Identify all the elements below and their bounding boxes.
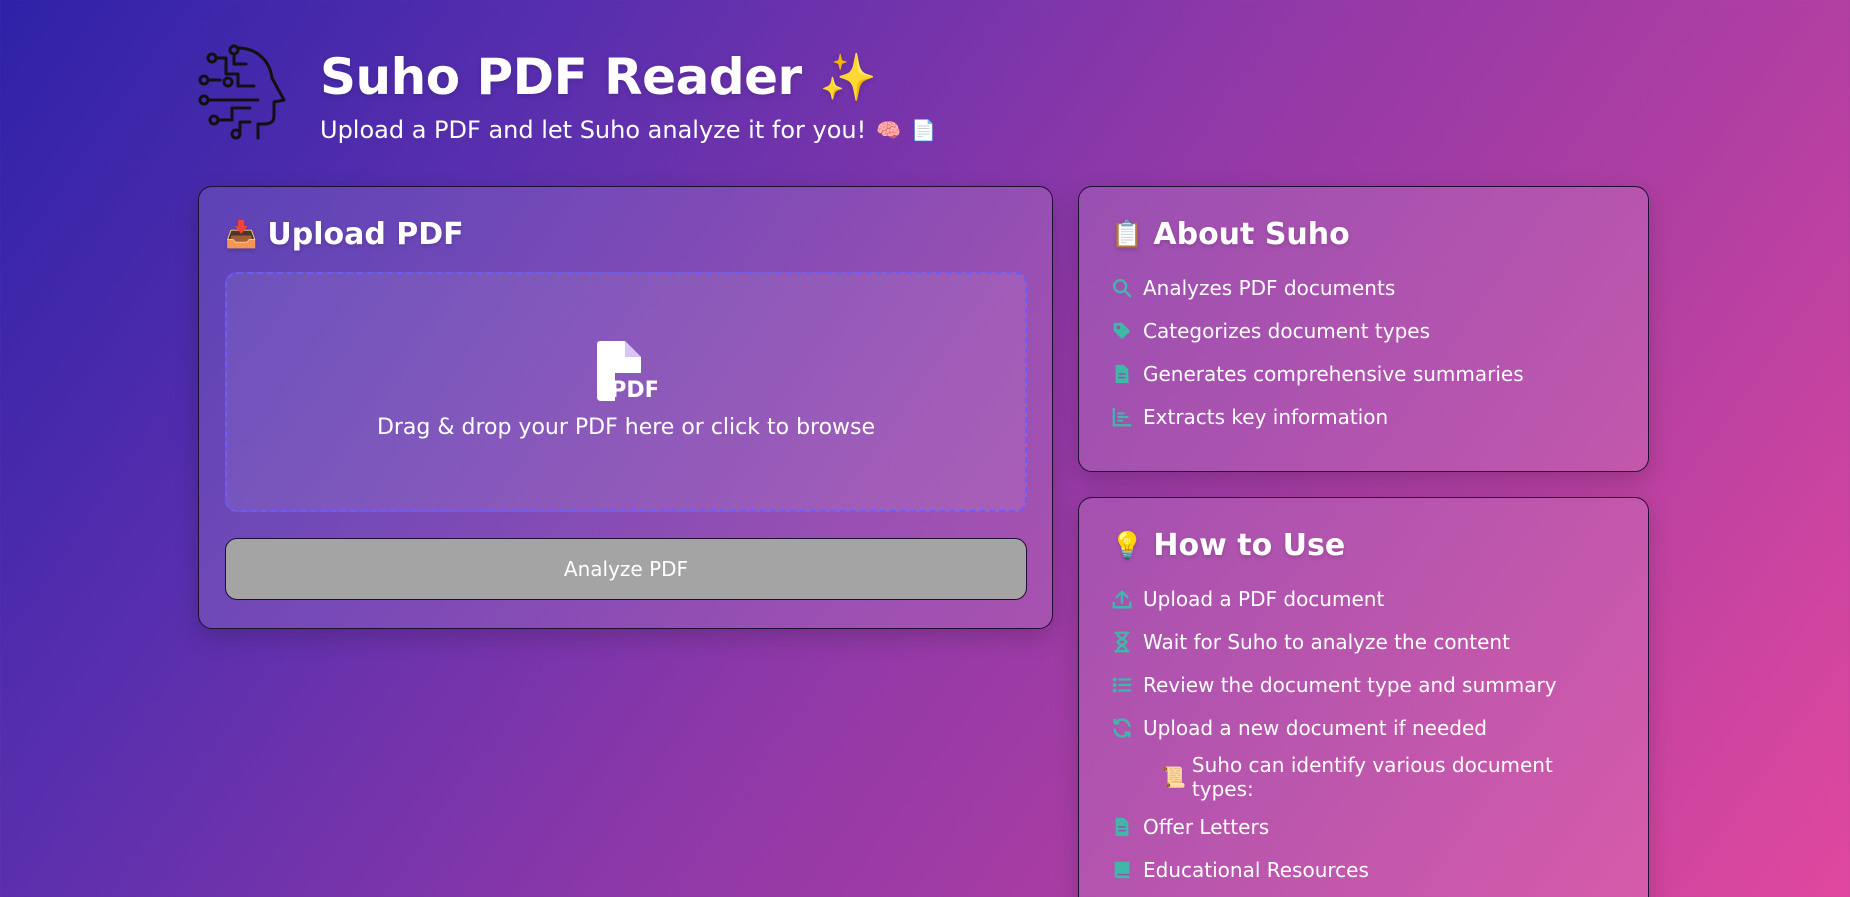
app-subtitle: Upload a PDF and let Suho analyze it for… — [320, 116, 936, 144]
sparkle-icon: ✨ — [819, 49, 877, 104]
list-item: Wait for Suho to analyze the content — [1111, 620, 1616, 663]
list-item: Analyzes PDF documents — [1111, 266, 1616, 309]
list-item-label: Educational Resources — [1143, 857, 1369, 882]
file-icon — [1115, 817, 1129, 836]
upload-card-title: 📥 Upload PDF — [225, 217, 1026, 252]
scroll-icon: 📜 — [1161, 765, 1186, 789]
how-to-use-card-title-text: How to Use — [1153, 528, 1346, 563]
list-item: Upload a new document if needed — [1111, 706, 1616, 749]
list-item-label: Extracts key information — [1143, 404, 1389, 429]
about-card: 📋 About Suho Analyzes PDF documents Cate… — [1078, 186, 1649, 472]
list-item-label: Review the document type and summary — [1143, 672, 1557, 697]
list-item: Upload a PDF document — [1111, 577, 1616, 620]
how-to-steps-list: Upload a PDF document Wait for Suho to a… — [1111, 577, 1616, 749]
dropzone-text: Drag & drop your PDF here or click to br… — [376, 414, 876, 440]
document-types-list: Offer Letters Educational Resources — [1111, 805, 1616, 891]
brain-icon: 🧠 — [876, 118, 902, 142]
list-item-label: Upload a PDF document — [1143, 586, 1385, 611]
upload-card-title-text: Upload PDF — [267, 217, 464, 252]
app-header: Suho PDF Reader ✨ Upload a PDF and let S… — [198, 42, 936, 144]
file-icon — [1115, 364, 1129, 383]
ai-brain-logo-icon — [198, 44, 286, 140]
list-item-label: Wait for Suho to analyze the content — [1143, 629, 1510, 654]
clipboard-icon: 📋 — [1111, 219, 1144, 250]
list-item: Review the document type and summary — [1111, 663, 1616, 706]
list-item: Categorizes document types — [1111, 309, 1616, 352]
analyze-pdf-button[interactable]: Analyze PDF — [225, 538, 1027, 600]
upload-card: 📥 Upload PDF PDF Drag & drop your PDF he… — [198, 186, 1053, 629]
pdf-file-icon: PDF — [597, 340, 657, 403]
list-item: Generates comprehensive summaries — [1111, 352, 1616, 395]
how-to-use-card: 💡 How to Use Upload a PDF document Wait … — [1078, 497, 1649, 897]
list-item-label: Analyzes PDF documents — [1143, 275, 1396, 300]
app-subtitle-text: Upload a PDF and let Suho analyze it for… — [320, 116, 867, 144]
tag-icon — [1113, 322, 1131, 339]
search-icon — [1113, 278, 1132, 297]
list-item-label: Generates comprehensive summaries — [1143, 361, 1524, 386]
document-types-note: 📜 Suho can identify various document typ… — [1161, 753, 1616, 801]
document-icon: 📄 — [911, 118, 937, 142]
chart-icon — [1112, 407, 1132, 426]
list-item: Offer Letters — [1111, 805, 1616, 848]
app-title: Suho PDF Reader ✨ — [320, 48, 936, 106]
list-icon — [1112, 676, 1132, 693]
list-item-label: Categorizes document types — [1143, 318, 1431, 343]
list-item-label: Offer Letters — [1143, 814, 1270, 839]
light-bulb-icon: 💡 — [1111, 530, 1144, 561]
pdf-dropzone[interactable]: PDF Drag & drop your PDF here or click t… — [225, 272, 1027, 512]
list-item: Extracts key information — [1111, 395, 1616, 438]
list-item: Educational Resources — [1111, 848, 1616, 891]
inbox-tray-icon: 📥 — [225, 219, 258, 250]
refresh-icon — [1113, 717, 1131, 738]
about-card-title: 📋 About Suho — [1111, 217, 1616, 252]
app-title-text: Suho PDF Reader — [320, 48, 802, 106]
upload-icon — [1112, 589, 1132, 608]
how-to-use-card-title: 💡 How to Use — [1111, 528, 1616, 563]
about-feature-list: Analyzes PDF documents Categorizes docum… — [1111, 266, 1616, 438]
document-types-note-text: Suho can identify various document types… — [1191, 753, 1553, 801]
book-icon — [1114, 861, 1130, 878]
hourglass-icon — [1114, 631, 1130, 652]
about-card-title-text: About Suho — [1153, 217, 1350, 252]
svg-text:PDF: PDF — [610, 378, 657, 403]
list-item-label: Upload a new document if needed — [1143, 715, 1487, 740]
